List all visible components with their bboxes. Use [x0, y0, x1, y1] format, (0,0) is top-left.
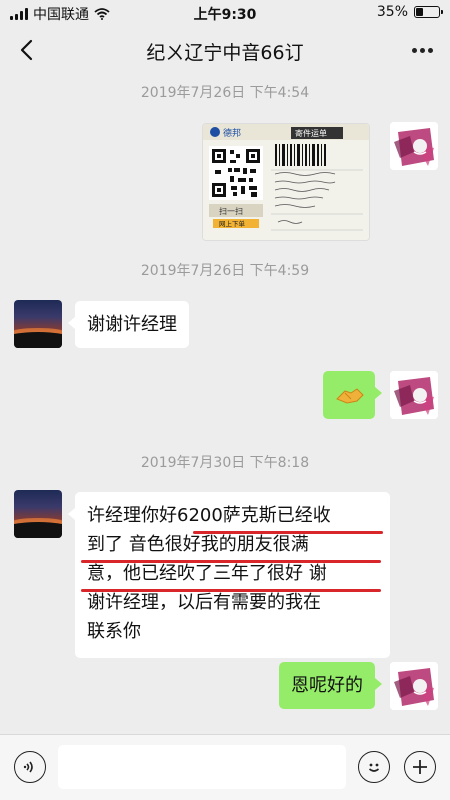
- voice-button[interactable]: [14, 751, 46, 783]
- avatar-image: [390, 122, 438, 170]
- timestamp: 2019年7月26日 下午4:54: [140, 85, 310, 101]
- input-bar: [0, 734, 450, 800]
- red-underline: [81, 589, 381, 592]
- emoji-message-bubble[interactable]: [323, 371, 382, 419]
- message-bubble[interactable]: 许经理你好6200萨克斯已经收 到了 音色很好我的朋友很满 意，他已经吹了三年了…: [68, 492, 390, 658]
- thumbs-up-icon: [336, 388, 364, 404]
- more-button[interactable]: [406, 36, 438, 64]
- avatar-image: [390, 371, 438, 419]
- message-line: 许经理你好6200萨克斯已经收: [87, 505, 331, 526]
- plus-button[interactable]: [404, 751, 436, 783]
- message-bubble[interactable]: 谢谢许经理: [68, 301, 189, 348]
- plus-icon: [413, 760, 427, 774]
- message-line: 谢许经理，以后有需要的我在: [87, 592, 321, 613]
- timestamp: 2019年7月26日 下午4:59: [140, 263, 310, 279]
- battery-info: 35%: [376, 4, 443, 20]
- battery-percent: 35%: [376, 4, 408, 20]
- more-icon: [411, 47, 417, 53]
- battery-icon: [414, 6, 443, 18]
- timestamp: 2019年7月30日 下午8:18: [140, 455, 310, 471]
- waybill-label: 寄件运单: [295, 128, 327, 138]
- voice-icon: [23, 761, 33, 773]
- message-text: 谢谢许经理: [87, 314, 177, 335]
- avatar-image: [390, 662, 438, 710]
- emoji-icon: [368, 763, 380, 772]
- status-bar: 中国联通 上午9:30 35%: [0, 0, 450, 26]
- waybill-image: 德邦 寄件运单 扫一扫 网上下单: [203, 124, 369, 240]
- message-line: 意，他已经吹了三年了很好 谢: [87, 563, 327, 584]
- chat-title: 纪ㄨ辽宁中音66订: [146, 42, 304, 64]
- contact-avatar[interactable]: [14, 490, 62, 538]
- message-input[interactable]: [58, 745, 346, 789]
- my-avatar[interactable]: [390, 662, 438, 710]
- my-avatar[interactable]: [390, 371, 438, 419]
- waybill-scan-label: 扫一扫: [219, 206, 243, 216]
- red-underline: [193, 531, 383, 534]
- message-line: 联系你: [87, 621, 141, 642]
- sunset-avatar-image: [14, 518, 62, 538]
- waybill-brand: 德邦: [223, 127, 241, 139]
- contact-avatar[interactable]: [14, 300, 62, 348]
- emoji-button[interactable]: [358, 751, 390, 783]
- message-text: 恩呢好的: [291, 675, 363, 696]
- red-underline: [81, 560, 381, 563]
- my-avatar[interactable]: [390, 122, 438, 170]
- back-button[interactable]: [14, 34, 44, 66]
- nav-bar: 纪ㄨ辽宁中音66订: [0, 26, 450, 74]
- message-line: 到了 音色很好我的朋友很满: [87, 534, 309, 555]
- chat-area[interactable]: 2019年7月26日 下午4:54 德邦 寄件运单 扫一扫 网上下单 2019年…: [0, 74, 450, 734]
- sunset-avatar-image: [14, 328, 62, 348]
- waybill-photo[interactable]: 德邦 寄件运单 扫一扫 网上下单: [202, 123, 370, 241]
- back-icon: [20, 39, 33, 61]
- message-bubble[interactable]: 恩呢好的: [279, 662, 382, 709]
- waybill-scan-sub: 网上下单: [219, 219, 246, 228]
